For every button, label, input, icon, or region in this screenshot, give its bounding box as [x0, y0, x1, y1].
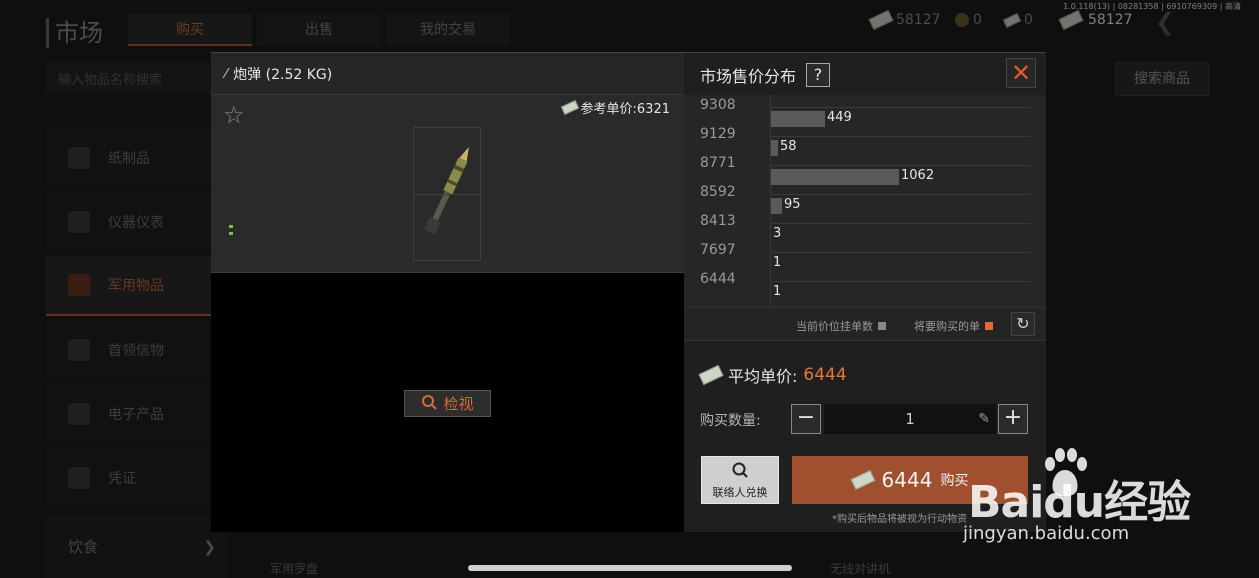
average-price: 平均单价: 6444 [698, 363, 847, 387]
bar-value-label: 449 [827, 110, 852, 125]
watermark-url: jingyan.baidu.com [963, 523, 1130, 544]
bar-value-label: 1062 [901, 168, 935, 183]
bar-value-label: 95 [784, 197, 801, 212]
chart-legend: 当前价位挂单数 将要购买的单 ↻ [684, 307, 1046, 341]
legend-buy: 将要购买的单 [914, 318, 993, 334]
price-tick: 7697 [700, 242, 736, 258]
contact-exchange-button[interactable]: 联络人兑换 [701, 456, 779, 504]
inspect-button[interactable]: 检视 [404, 390, 491, 417]
grid-line [770, 165, 1030, 166]
price-bar [771, 140, 778, 156]
item-detail-panel: ⁄ 炮弹 (2.52 KG) ☆ 参考单价:6321 检视 [211, 52, 684, 532]
price-tick: 6444 [700, 271, 736, 287]
reference-price: 参考单价:6321 [560, 98, 670, 117]
quantity-input[interactable]: 1 ✎ [824, 404, 996, 434]
grid-line [770, 252, 1030, 253]
pencil-icon: ✎ [978, 411, 990, 427]
price-bar [771, 198, 782, 214]
bar-value-label: 3 [773, 226, 782, 241]
item-preview: ☆ 参考单价:6321 [211, 95, 684, 273]
search-icon [702, 461, 778, 484]
home-indicator [468, 565, 792, 571]
quantity-label: 购买数量: [700, 413, 761, 429]
grid-line [770, 223, 1030, 224]
legend-swatch [878, 322, 886, 330]
quantity-decrease-button[interactable]: − [791, 404, 821, 434]
price-tick: 9129 [700, 126, 736, 142]
price-tick: 8413 [700, 213, 736, 229]
cash-icon [560, 100, 579, 115]
item-header: ⁄ 炮弹 (2.52 KG) [211, 53, 684, 95]
bar-value-label: 1 [773, 255, 782, 270]
bar-value-label: 1 [773, 284, 782, 299]
price-bar [771, 111, 825, 127]
grid-line [770, 136, 1030, 137]
watermark-logo: Baidu经验 [968, 477, 1191, 528]
price-tick: 8592 [700, 184, 736, 200]
favorite-star-icon[interactable]: ☆ [223, 103, 245, 127]
legend-swatch [985, 322, 993, 330]
price-distribution-chart: 9308 9129 8771 8592 8413 7697 6444 449 58 1062 95 3… [684, 95, 1046, 307]
price-tick: 8771 [700, 155, 736, 171]
grid-line [770, 281, 1030, 282]
close-button[interactable]: ✕ [1006, 58, 1036, 88]
refresh-button[interactable]: ↻ [1011, 312, 1035, 336]
quantity-increase-button[interactable]: + [998, 404, 1028, 434]
item-title: ⁄ 炮弹 (2.52 KG) [225, 66, 333, 84]
legend-current: 当前价位挂单数 [796, 318, 886, 334]
item-image [413, 127, 481, 261]
price-tick: 9308 [700, 97, 736, 113]
status-indicator [229, 225, 233, 235]
grid-line [770, 194, 1030, 195]
shell-icon: ⁄ [225, 66, 228, 82]
cash-icon [698, 364, 724, 386]
refresh-icon: ↻ [1016, 314, 1030, 333]
cash-icon [850, 469, 876, 491]
bar-value-label: 58 [780, 139, 797, 154]
grid-line [770, 107, 1030, 108]
baidu-watermark: Baidu经验 jingyan.baidu.com [938, 444, 1238, 554]
help-button[interactable]: ? [806, 63, 831, 87]
price-bar [771, 169, 899, 185]
chart-title: 市场售价分布 ? [700, 63, 831, 87]
magnifier-icon [421, 394, 438, 414]
